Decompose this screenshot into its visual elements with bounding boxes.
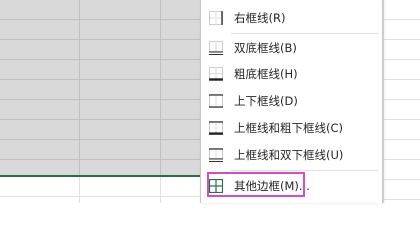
menu-separator [231,170,378,171]
menu-item-label: 粗底框线(H) [234,67,298,81]
highlight-box [207,172,305,197]
menu-item-top-thick-bottom-border[interactable]: 上框线和粗下框线(C) [201,115,382,141]
border-top-thick-bottom-icon [209,121,223,135]
borders-dropdown-menu: 右框线(R) 双底框线(B) 粗底框线(H) 上下框线(D) 上框线和粗下框线(… [200,0,383,203]
menu-item-label: 双底框线(B) [234,41,297,55]
menu-item-right-border[interactable]: 右框线(R) [201,5,382,31]
menu-item-label: 上下框线(D) [234,94,298,108]
menu-item-top-double-bottom-border[interactable]: 上框线和双下框线(U) [201,142,382,168]
menu-item-label: 上框线和双下框线(U) [234,148,344,162]
menu-item-top-bottom-border[interactable]: 上下框线(D) [201,88,382,114]
menu-item-thick-bottom-border[interactable]: 粗底框线(H) [201,61,382,87]
border-double-bottom-icon [209,41,223,55]
column-gridline [383,0,384,203]
menu-separator [231,33,378,34]
selection-bottom-border [0,175,200,177]
menu-item-double-bottom-border[interactable]: 双底框线(B) [201,35,382,61]
border-right-icon [209,11,223,25]
border-thick-bottom-icon [209,67,223,81]
border-top-double-bottom-icon [209,148,223,162]
border-top-bottom-icon [209,94,223,108]
menu-item-label: 上框线和粗下框线(C) [234,121,344,135]
menu-item-label: 右框线(R) [234,11,286,25]
selected-cell-range[interactable] [0,0,200,175]
cells-below[interactable] [0,177,200,203]
